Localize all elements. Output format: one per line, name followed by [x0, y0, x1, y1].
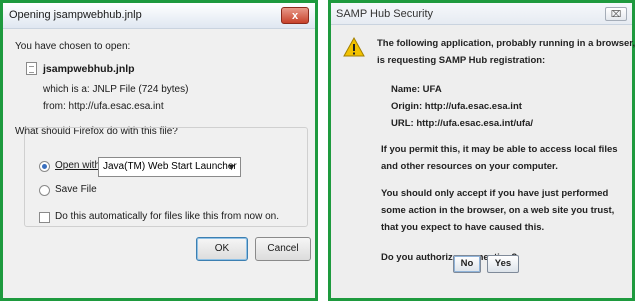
- app-name: Name: UFA: [391, 84, 442, 95]
- message-line: The following application, probably runn…: [377, 38, 635, 49]
- chevron-down-icon: ▼: [227, 162, 236, 172]
- file-source: from: http://ufa.esac.esa.int: [43, 101, 164, 112]
- message-line: is requesting SAMP Hub registration:: [377, 55, 546, 66]
- auto-label[interactable]: Do this automatically for files like thi…: [55, 211, 279, 222]
- no-button[interactable]: No: [453, 255, 481, 273]
- close-button[interactable]: x: [281, 7, 309, 24]
- firefox-open-dialog: Opening jsampwebhub.jnlp x You have chos…: [0, 0, 318, 301]
- open-with-radio[interactable]: [39, 161, 50, 172]
- open-with-select[interactable]: Java(TM) Web Start Launcher (default) ▼: [98, 157, 241, 177]
- title-bar: SAMP Hub Security ⌧: [331, 3, 632, 25]
- chosen-label: You have chosen to open:: [15, 41, 131, 52]
- auto-checkbox[interactable]: [39, 212, 50, 223]
- permit-line: and other resources on your computer.: [381, 161, 558, 172]
- open-with-value: Java(TM) Web Start Launcher (default): [103, 161, 240, 172]
- window-title: SAMP Hub Security: [336, 8, 434, 20]
- save-file-label[interactable]: Save File: [55, 184, 97, 195]
- close-button[interactable]: ⌧: [605, 7, 627, 21]
- accept-line: that you expect to have caused this.: [381, 222, 545, 233]
- title-bar: Opening jsampwebhub.jnlp x: [3, 3, 315, 29]
- permit-line: If you permit this, it may be able to ac…: [381, 144, 618, 155]
- open-with-label[interactable]: Open with: [55, 160, 100, 171]
- samp-hub-security-dialog: SAMP Hub Security ⌧ The following applic…: [328, 0, 635, 301]
- file-icon: [26, 62, 37, 75]
- app-origin: Origin: http://ufa.esac.esa.int: [391, 101, 522, 112]
- warning-icon: [343, 37, 365, 57]
- cancel-button[interactable]: Cancel: [255, 237, 311, 261]
- dialog-body: The following application, probably runn…: [331, 25, 635, 298]
- ok-button[interactable]: OK: [196, 237, 248, 261]
- window-title: Opening jsampwebhub.jnlp: [9, 9, 142, 21]
- accept-line: You should only accept if you have just …: [381, 188, 609, 199]
- accept-line: some action in the browser, on a web sit…: [381, 205, 615, 216]
- screenshot: Opening jsampwebhub.jnlp x You have chos…: [0, 0, 635, 301]
- file-name: jsampwebhub.jnlp: [43, 63, 135, 75]
- file-type: which is a: JNLP File (724 bytes): [43, 84, 189, 95]
- save-file-radio[interactable]: [39, 185, 50, 196]
- yes-button[interactable]: Yes: [487, 255, 519, 273]
- app-url: URL: http://ufa.esac.esa.int/ufa/: [391, 118, 533, 129]
